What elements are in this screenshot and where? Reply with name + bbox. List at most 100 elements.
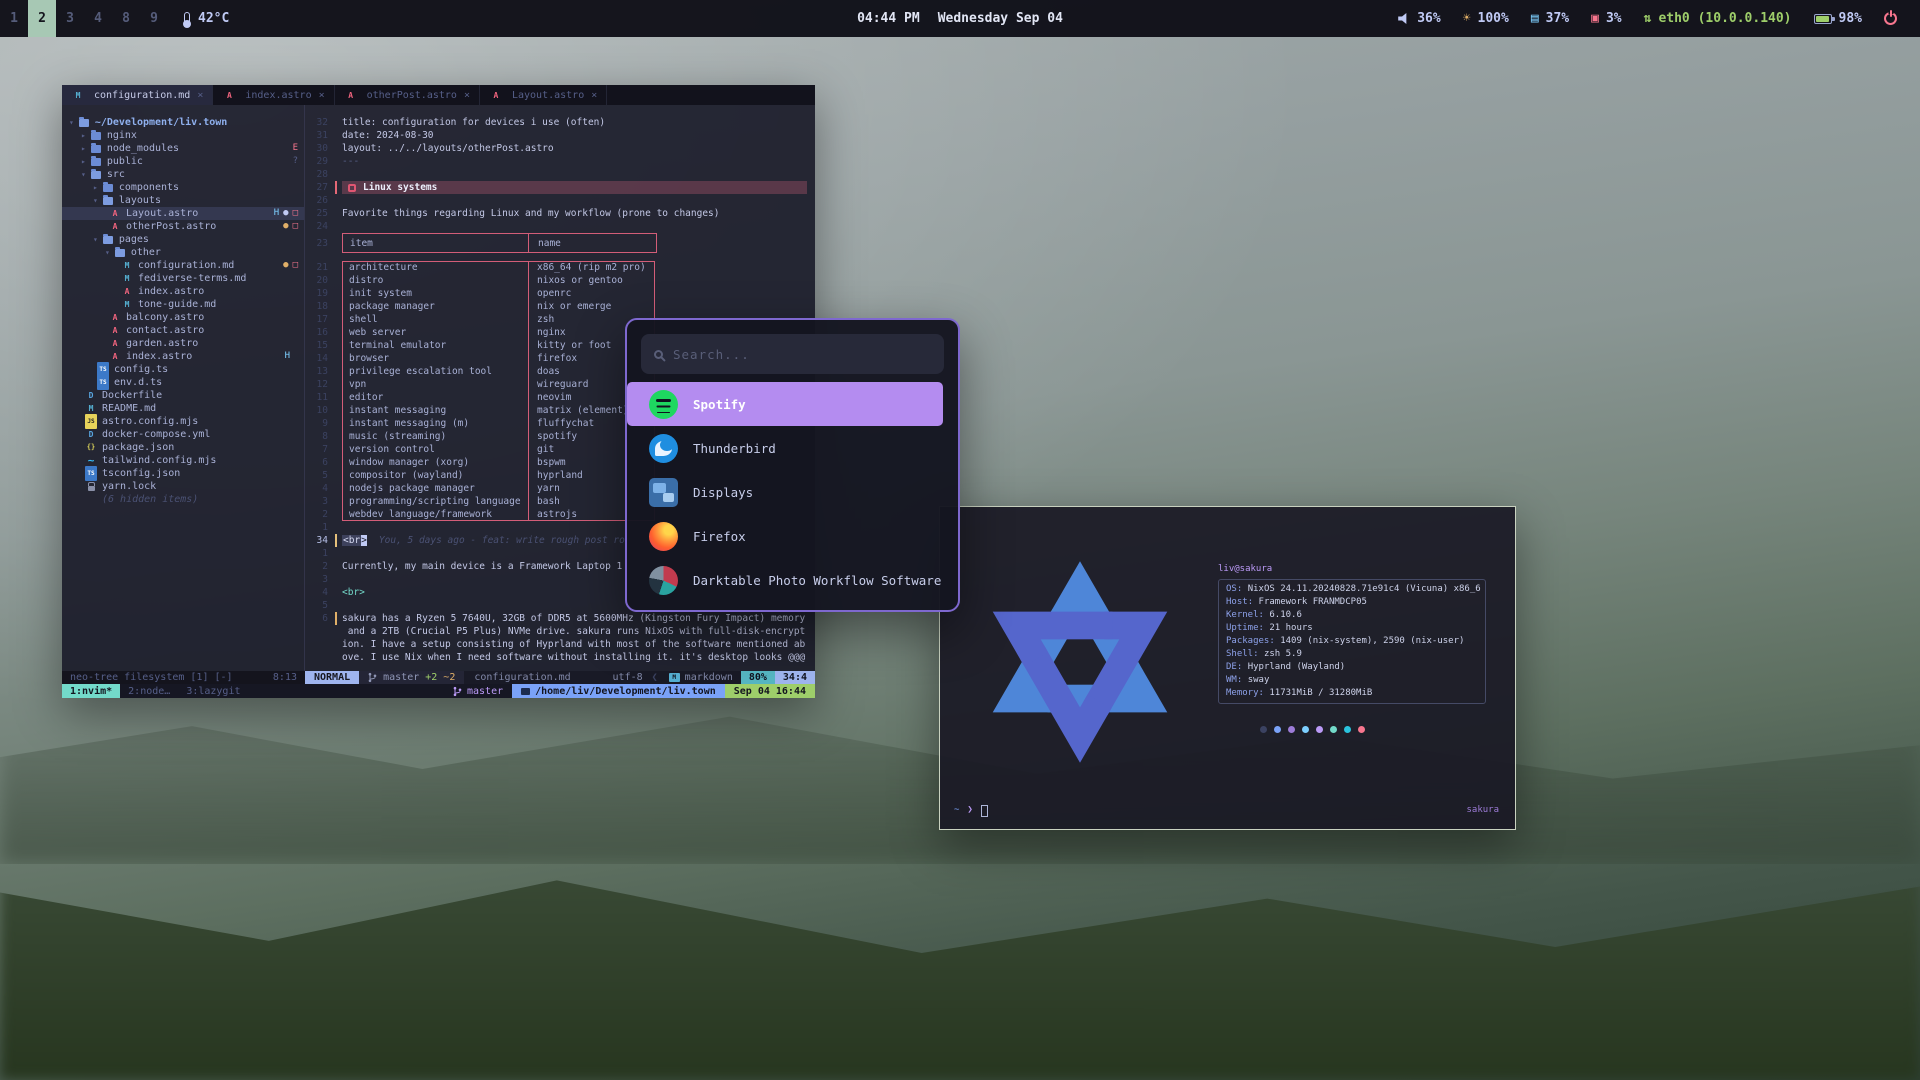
app-launcher[interactable]: Spotify Thunderbird Displays Firefox <box>625 318 960 612</box>
tree-item[interactable]: README.md <box>62 402 304 415</box>
folder-open-icon <box>113 247 127 258</box>
launcher-item[interactable]: Firefox <box>627 514 943 558</box>
tree-item[interactable]: balcony.astro <box>62 311 304 324</box>
tmux-cwd: /home/liv/Development/liv.town <box>512 684 725 698</box>
tmux-window-tab[interactable]: 2:node… <box>120 684 178 698</box>
bar-module[interactable]: ☀ 100% <box>1463 11 1509 26</box>
launcher-item[interactable]: Darktable Photo Workflow Software <box>627 558 943 602</box>
tmux-window-tab[interactable]: 1:nvim* <box>62 684 120 698</box>
tree-item[interactable]: env.d.ts <box>62 376 304 389</box>
tree-item-badges <box>290 467 298 480</box>
tree-item[interactable]: ▾ pages <box>62 233 304 246</box>
expander-icon[interactable]: ▸ <box>93 181 98 194</box>
javascript-file-icon <box>84 416 98 427</box>
tree-item[interactable]: configuration.md ● □ <box>62 259 304 272</box>
close-icon[interactable]: × <box>591 89 597 102</box>
git-branch-icon <box>368 672 377 683</box>
workspace-button[interactable]: 3 <box>56 0 84 37</box>
expander-icon[interactable]: ▾ <box>69 116 74 129</box>
launcher-item-label: Firefox <box>693 529 746 544</box>
tree-item[interactable]: index.astro <box>62 285 304 298</box>
workspace-button[interactable]: 9 <box>140 0 168 37</box>
close-icon[interactable]: × <box>197 89 203 102</box>
filetype-indicator: M markdown <box>661 671 741 684</box>
expander-icon[interactable]: ▾ <box>105 246 110 259</box>
tree-item[interactable]: contact.astro <box>62 324 304 337</box>
shell-prompt[interactable]: ~ ❯ <box>954 804 988 817</box>
expander-icon[interactable]: ▸ <box>81 142 86 155</box>
tree-item[interactable]: astro.config.mjs <box>62 415 304 428</box>
launcher-item-label: Displays <box>693 485 753 500</box>
hidden-items <box>84 494 98 505</box>
workspace-button[interactable]: 4 <box>84 0 112 37</box>
tree-item[interactable]: tailwind.config.mjs <box>62 454 304 467</box>
expander-icon[interactable]: ▸ <box>81 155 86 168</box>
tree-item[interactable]: otherPost.astro ● □ <box>62 220 304 233</box>
editor-tab[interactable]: index.astro × <box>213 85 334 105</box>
markdown-file-icon <box>120 299 134 310</box>
editor-line: and a 2TB (Crucial P5 Plus) NVMe drive. … <box>305 625 815 638</box>
bar-module[interactable]: ⇅ eth0 (10.0.0.140) <box>1644 11 1792 26</box>
tree-item-badges <box>290 181 298 194</box>
tree-item[interactable]: ▸ public ? <box>62 155 304 168</box>
close-icon[interactable]: × <box>319 89 325 102</box>
tree-item[interactable]: garden.astro <box>62 337 304 350</box>
search-input[interactable] <box>673 347 931 362</box>
tree-item[interactable]: ▸ node_modules E <box>62 142 304 155</box>
git-blame-text: You, 5 days ago - feat: write rough post… <box>379 535 625 546</box>
tmux-git-branch: master <box>444 684 512 698</box>
tree-item[interactable]: yarn.lock <box>62 480 304 493</box>
workspace-button[interactable]: 2 <box>28 0 56 37</box>
editor-tab[interactable]: otherPost.astro × <box>335 85 480 105</box>
tree-item[interactable]: ▾ ~/Development/liv.town <box>62 116 304 129</box>
tree-item[interactable]: ▸ nginx <box>62 129 304 142</box>
tree-item[interactable]: docker-compose.yml <box>62 428 304 441</box>
editor-tab[interactable]: Layout.astro × <box>480 85 607 105</box>
temperature-value: 42°C <box>198 11 229 26</box>
tmux-window-tab[interactable]: 3:lazygit <box>178 684 248 698</box>
launcher-item[interactable]: Displays <box>627 470 943 514</box>
tree-item[interactable]: ▾ layouts <box>62 194 304 207</box>
tmux-bar: 1:nvim* 2:node… 3:lazygit master /home/l… <box>62 684 815 698</box>
tree-item[interactable]: (6 hidden items) <box>62 493 304 506</box>
module-value: 3% <box>1606 11 1622 26</box>
tree-item-badges <box>290 389 298 402</box>
tree-item-badges <box>290 129 298 142</box>
tree-item[interactable]: ▾ other <box>62 246 304 259</box>
terminal-cursor <box>981 805 988 817</box>
expander-icon[interactable]: ▾ <box>93 194 98 207</box>
folder-icon <box>521 688 530 695</box>
folder-open-icon <box>89 169 103 180</box>
tree-item[interactable]: Layout.astro H ● □ <box>62 207 304 220</box>
launcher-item[interactable]: Thunderbird <box>627 426 943 470</box>
workspace-button[interactable]: 1 <box>0 0 28 37</box>
tree-item[interactable]: tsconfig.json <box>62 467 304 480</box>
bar-module[interactable] <box>1884 12 1904 25</box>
desktop: 1 2 3 4 8 9 42°C 04:44 PM Wednesday Sep … <box>0 0 1920 1080</box>
tree-item-badges <box>290 415 298 428</box>
tree-item[interactable]: ▾ src <box>62 168 304 181</box>
memory-icon: ▤ <box>1531 12 1539 25</box>
tree-item[interactable]: package.json <box>62 441 304 454</box>
launcher-item[interactable]: Spotify <box>627 382 943 426</box>
workspace-button[interactable]: 8 <box>112 0 140 37</box>
tree-item[interactable]: fediverse-terms.md <box>62 272 304 285</box>
tree-item[interactable]: tone-guide.md <box>62 298 304 311</box>
expander-icon[interactable]: ▾ <box>93 233 98 246</box>
expander-icon[interactable]: ▸ <box>81 129 86 142</box>
tree-item[interactable]: ▸ components <box>62 181 304 194</box>
bar-module[interactable]: 36% <box>1398 11 1440 26</box>
launcher-search[interactable] <box>641 334 944 374</box>
editor-tab[interactable]: configuration.md × <box>62 85 213 105</box>
expander-icon[interactable]: ▾ <box>81 168 86 181</box>
terminal-window[interactable]: liv@sakura OSNixOS 24.11.20240828.71e91c… <box>939 506 1516 830</box>
close-icon[interactable]: × <box>464 89 470 102</box>
tree-item[interactable]: Dockerfile <box>62 389 304 402</box>
tree-item-badges: E <box>285 142 298 155</box>
bar-module[interactable]: 98% <box>1814 11 1862 26</box>
tree-item-badges <box>290 428 298 441</box>
bar-module[interactable]: ▣ 3% <box>1591 11 1621 26</box>
tmux-datetime: Sep 04 16:44 <box>725 684 815 698</box>
astro-file-icon <box>108 221 122 232</box>
bar-module[interactable]: ▤ 37% <box>1531 11 1569 26</box>
